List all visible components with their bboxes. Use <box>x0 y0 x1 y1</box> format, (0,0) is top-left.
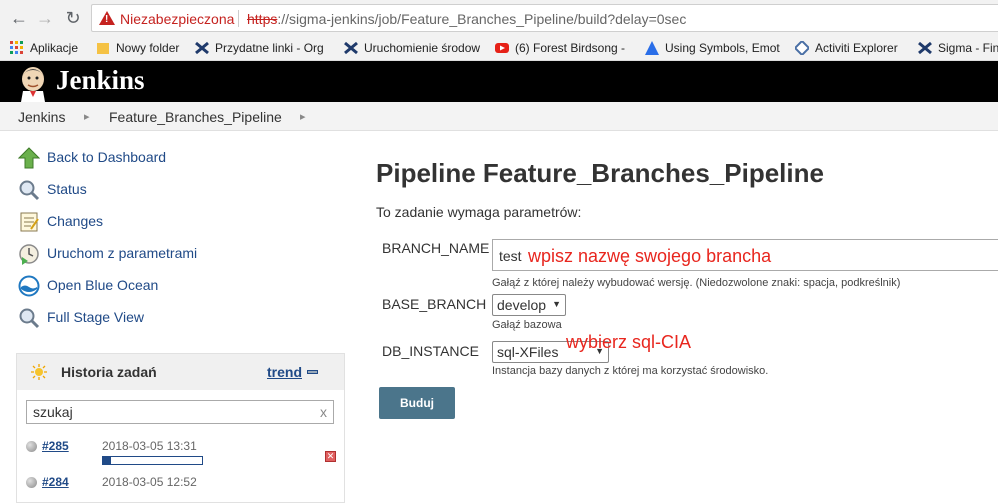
weather-sun-icon <box>31 364 47 380</box>
address-bar[interactable]: ! Niezabezpieczona https://sigma-jenkins… <box>91 4 998 32</box>
annotation-branch-hint: wpisz nazwę swojego brancha <box>528 246 772 266</box>
clock-play-icon <box>19 244 39 265</box>
build-status-ball-icon <box>26 441 37 452</box>
diamond-icon <box>795 41 809 55</box>
security-label: Niezabezpieczona <box>120 11 235 27</box>
page-title: Pipeline Feature_Branches_Pipeline <box>376 158 824 188</box>
jenkins-logo-icon[interactable] <box>14 64 52 102</box>
bookmark-item[interactable]: Nowy folder <box>96 39 179 57</box>
magnifier-icon <box>19 180 40 201</box>
build-history-header: Historia zadań trend <box>17 354 344 390</box>
build-history-title: Historia zadań <box>61 364 157 380</box>
browser-toolbar: ← → ↻ ! Niezabezpieczona https://sigma-j… <box>0 0 998 35</box>
build-progress-fill <box>103 457 111 464</box>
build-date: 2018-03-05 12:52 <box>102 475 197 489</box>
reload-icon[interactable]: ↻ <box>62 7 84 29</box>
build-date: 2018-03-05 13:31 <box>102 439 197 453</box>
bookmarks-bar: Aplikacje Nowy folder Przydatne linki - … <box>0 35 998 61</box>
magnifier-icon <box>19 308 40 329</box>
youtube-icon <box>495 43 509 53</box>
bookmark-item[interactable]: Sigma - Fin <box>918 39 998 57</box>
apps-grid-icon <box>10 41 23 54</box>
build-row: #285 2018-03-05 13:31 ✕ <box>17 437 344 469</box>
branch-name-description: Gałąź z której należy wybudować wersję. … <box>492 277 901 289</box>
bookmark-item[interactable]: (6) Forest Birdsong - <box>495 39 625 57</box>
build-row: #284 2018-03-05 12:52 <box>17 473 344 503</box>
stop-build-icon[interactable]: ✕ <box>325 451 336 462</box>
annotation-db-hint: wybierz sql-CIA <box>566 332 692 352</box>
confluence-icon <box>344 41 358 55</box>
bookmark-item[interactable]: Activiti Explorer <box>795 39 898 57</box>
chevron-right-icon[interactable]: ▸ <box>84 110 90 123</box>
folder-icon <box>97 43 109 54</box>
triangle-icon <box>645 41 659 55</box>
build-history-widget: Historia zadań trend szukaj x #285 2018-… <box>16 353 345 503</box>
jenkins-title[interactable]: Jenkins <box>56 65 145 96</box>
breadcrumb-root[interactable]: Jenkins <box>18 109 65 125</box>
bookmark-item[interactable]: Przydatne linki - Org <box>195 39 324 57</box>
url-divider <box>238 10 239 27</box>
build-button[interactable]: Buduj <box>379 387 455 419</box>
build-progress-bar[interactable] <box>102 456 203 465</box>
db-instance-description: Instancja bazy danych z której ma korzys… <box>492 365 769 377</box>
bookmark-item[interactable]: Uruchomienie środow <box>344 39 480 57</box>
collapse-icon[interactable] <box>307 370 318 374</box>
breadcrumb-job[interactable]: Feature_Branches_Pipeline <box>109 109 282 125</box>
param-label-branch-name: BRANCH_NAME <box>382 240 490 256</box>
chevron-right-icon[interactable]: ▸ <box>300 110 306 123</box>
base-branch-description: Gałąź bazowa <box>492 319 562 331</box>
dropdown-arrow-icon: ▼ <box>552 299 561 309</box>
jenkins-header: Jenkins <box>0 61 998 102</box>
up-arrow-icon <box>18 147 40 169</box>
build-search-input[interactable]: szukaj x <box>26 400 334 424</box>
param-label-base-branch: BASE_BRANCH <box>382 296 487 312</box>
warning-icon: ! <box>99 11 115 25</box>
base-branch-select[interactable]: develop ▼ <box>492 294 566 316</box>
trend-link[interactable]: trend <box>267 364 302 380</box>
confluence-icon <box>918 41 932 55</box>
param-label-db-instance: DB_INSTANCE <box>382 343 479 359</box>
parameters-note: To zadanie wymaga parametrów: <box>376 204 582 220</box>
blue-ocean-icon <box>18 275 40 297</box>
clear-search-icon[interactable]: x <box>320 404 327 420</box>
back-arrow-icon[interactable]: ← <box>8 7 30 29</box>
build-number-link[interactable]: #285 <box>42 439 69 453</box>
breadcrumb: Jenkins ▸ Feature_Branches_Pipeline ▸ <box>0 102 998 131</box>
build-status-ball-icon <box>26 477 37 488</box>
url-text: https://sigma-jenkins/job/Feature_Branch… <box>247 11 687 27</box>
bookmark-item[interactable]: Using Symbols, Emot <box>645 39 780 57</box>
build-number-link[interactable]: #284 <box>42 475 69 489</box>
notepad-icon <box>20 212 39 232</box>
forward-arrow-icon[interactable]: → <box>34 7 56 29</box>
confluence-icon <box>195 41 209 55</box>
bookmark-item[interactable]: Aplikacje <box>10 39 78 57</box>
